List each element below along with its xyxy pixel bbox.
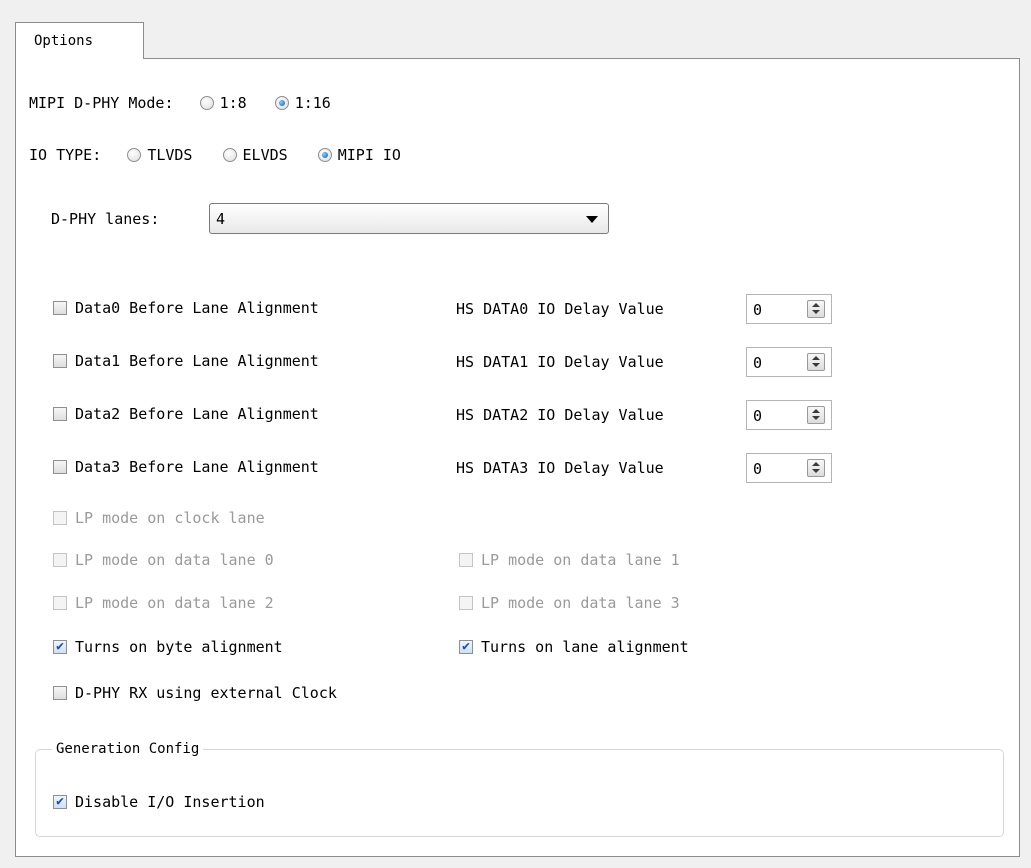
data1-alignment-label: Data1 Before Lane Alignment xyxy=(75,351,319,370)
hs-data0-delay-label: HS DATA0 IO Delay Value xyxy=(456,300,664,318)
chevron-down-icon xyxy=(586,216,598,223)
lp-data-lane-3-row[interactable]: LP mode on data lane 3 xyxy=(459,593,680,612)
lp-data-lane-1-label: LP mode on data lane 1 xyxy=(481,550,680,569)
io-type-tlvds-label: TLVDS xyxy=(147,145,193,164)
lp-clock-lane-label: LP mode on clock lane xyxy=(75,508,265,527)
tab-options-label: Options xyxy=(34,33,94,49)
lane-alignment-label: Turns on lane alignment xyxy=(481,637,689,656)
hs-data0-delay-value: 0 xyxy=(753,301,763,319)
hs-data2-delay-spinner[interactable]: 0 xyxy=(746,400,832,430)
data2-alignment-row[interactable]: Data2 Before Lane Alignment xyxy=(53,404,319,423)
data3-alignment-label: Data3 Before Lane Alignment xyxy=(75,457,319,476)
data0-alignment-checkbox[interactable] xyxy=(53,300,67,315)
lp-data-lane-2-checkbox[interactable] xyxy=(53,595,67,610)
io-type-tlvds-radio[interactable] xyxy=(127,147,142,162)
hs-data3-delay-spinner[interactable]: 0 xyxy=(746,453,832,483)
data0-alignment-label: Data0 Before Lane Alignment xyxy=(75,298,319,317)
byte-alignment-checkbox[interactable]: ✔ xyxy=(53,639,67,654)
mipi-mode-1-8-radio[interactable] xyxy=(199,95,214,110)
dphy-lanes-select[interactable]: 4 xyxy=(209,203,609,234)
io-type-label: IO TYPE: xyxy=(29,145,102,164)
spinner-arrows-icon[interactable] xyxy=(807,300,825,318)
tab-options[interactable]: Options xyxy=(15,22,144,59)
lp-data-lane-2-row[interactable]: LP mode on data lane 2 xyxy=(53,593,274,612)
hs-data2-delay-label: HS DATA2 IO Delay Value xyxy=(456,406,664,424)
dphy-lanes-label: D-PHY lanes: xyxy=(51,210,160,228)
byte-alignment-label: Turns on byte alignment xyxy=(75,637,283,656)
data3-alignment-row[interactable]: Data3 Before Lane Alignment xyxy=(53,457,319,476)
mipi-mode-1-8-label: 1:8 xyxy=(219,93,247,112)
hs-data2-delay-value: 0 xyxy=(753,407,763,425)
data3-alignment-checkbox[interactable] xyxy=(53,459,67,474)
hs-data1-delay-spinner[interactable]: 0 xyxy=(746,347,832,377)
lp-data-lane-0-label: LP mode on data lane 0 xyxy=(75,550,274,569)
lane-alignment-row[interactable]: ✔ Turns on lane alignment xyxy=(459,637,689,656)
byte-alignment-row[interactable]: ✔ Turns on byte alignment xyxy=(53,637,283,656)
data1-alignment-row[interactable]: Data1 Before Lane Alignment xyxy=(53,351,319,370)
lane-alignment-checkbox[interactable]: ✔ xyxy=(459,639,473,654)
lp-clock-lane-checkbox[interactable] xyxy=(53,510,67,525)
mipi-mode-label: MIPI D-PHY Mode: xyxy=(29,93,174,112)
data2-alignment-label: Data2 Before Lane Alignment xyxy=(75,404,319,423)
hs-data1-delay-value: 0 xyxy=(753,354,763,372)
spinner-arrows-icon[interactable] xyxy=(807,406,825,424)
lp-data-lane-1-checkbox[interactable] xyxy=(459,552,473,567)
hs-data0-delay-spinner[interactable]: 0 xyxy=(746,294,832,324)
disable-io-insertion-row[interactable]: ✔ Disable I/O Insertion xyxy=(53,792,265,811)
spinner-arrows-icon[interactable] xyxy=(807,353,825,371)
spinner-arrows-icon[interactable] xyxy=(807,459,825,477)
lp-data-lane-3-checkbox[interactable] xyxy=(459,595,473,610)
dphy-lanes-value: 4 xyxy=(216,210,226,228)
io-type-mipi-io-radio[interactable] xyxy=(317,147,332,162)
lp-data-lane-1-row[interactable]: LP mode on data lane 1 xyxy=(459,550,680,569)
data1-alignment-checkbox[interactable] xyxy=(53,353,67,368)
mipi-mode-1-16-radio[interactable] xyxy=(274,95,289,110)
lp-data-lane-3-label: LP mode on data lane 3 xyxy=(481,593,680,612)
io-type-mipi-io-label: MIPI IO xyxy=(337,145,401,164)
io-type-row: IO TYPE: TLVDS ELVDS MIPI IO xyxy=(29,145,401,164)
hs-data3-delay-label: HS DATA3 IO Delay Value xyxy=(456,459,664,477)
hs-data1-delay-label: HS DATA1 IO Delay Value xyxy=(456,353,664,371)
disable-io-insertion-checkbox[interactable]: ✔ xyxy=(53,794,67,809)
generation-config-title: Generation Config xyxy=(52,740,204,758)
mipi-mode-row: MIPI D-PHY Mode: 1:8 1:16 xyxy=(29,93,331,112)
io-type-elvds-radio[interactable] xyxy=(222,147,237,162)
external-clock-checkbox[interactable] xyxy=(53,685,67,700)
external-clock-row[interactable]: D-PHY RX using external Clock xyxy=(53,683,337,702)
io-type-elvds-label: ELVDS xyxy=(242,145,288,164)
data0-alignment-row[interactable]: Data0 Before Lane Alignment xyxy=(53,298,319,317)
external-clock-label: D-PHY RX using external Clock xyxy=(75,683,337,702)
mipi-mode-1-16-label: 1:16 xyxy=(294,93,331,112)
lp-clock-lane-row[interactable]: LP mode on clock lane xyxy=(53,508,265,527)
ip-options-dialog: Options MIPI D-PHY Mode: 1:8 1:16 IO TYP… xyxy=(0,0,1031,868)
lp-data-lane-2-label: LP mode on data lane 2 xyxy=(75,593,274,612)
disable-io-insertion-label: Disable I/O Insertion xyxy=(75,792,265,811)
data2-alignment-checkbox[interactable] xyxy=(53,406,67,421)
lp-data-lane-0-checkbox[interactable] xyxy=(53,552,67,567)
hs-data3-delay-value: 0 xyxy=(753,460,763,478)
lp-data-lane-0-row[interactable]: LP mode on data lane 0 xyxy=(53,550,274,569)
